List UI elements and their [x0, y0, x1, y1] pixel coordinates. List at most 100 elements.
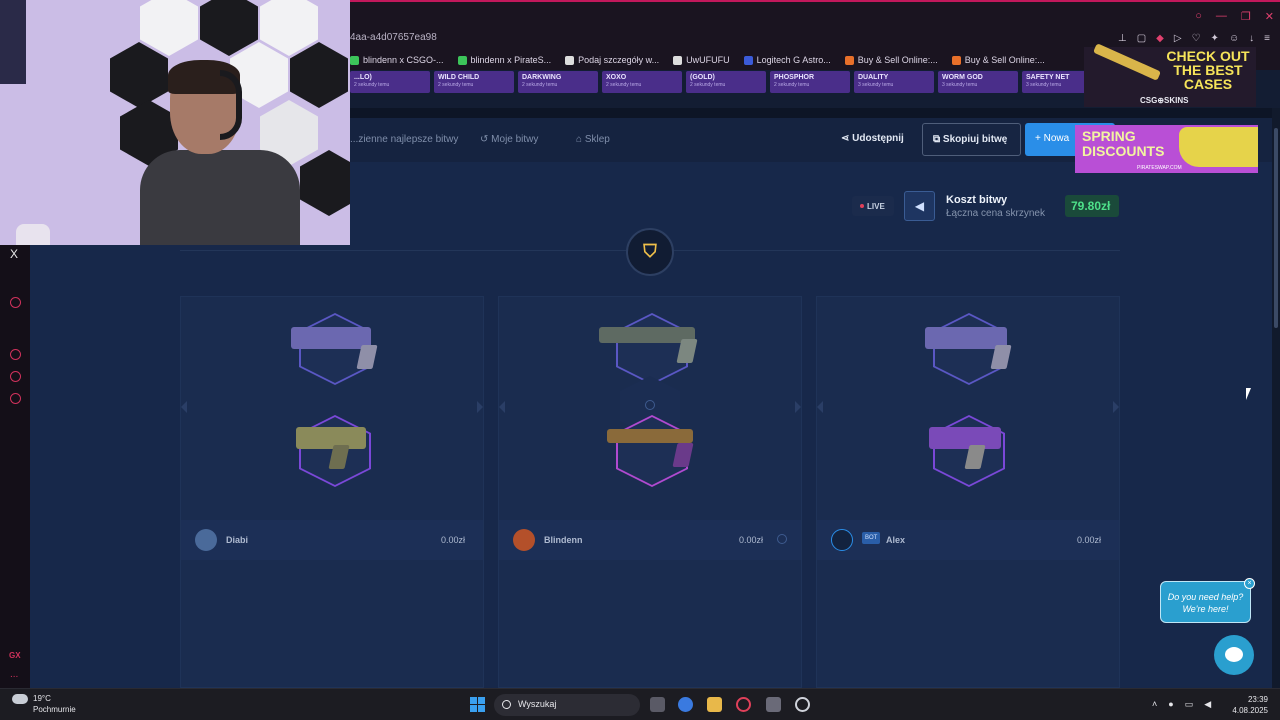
copy-battle-button[interactable]: ⧉ Skopiuj bitwę [922, 123, 1021, 156]
browser-sidebar: X GX ... [0, 245, 30, 690]
microphone-icon[interactable]: ● [1168, 699, 1173, 710]
basket-icon: ⌂ [576, 134, 585, 145]
ticker-item[interactable]: XOXO 2 sekundy temu [602, 71, 682, 93]
page-scrollbar[interactable] [1272, 108, 1280, 688]
taskbar: 19°C Pochmurnie Wyszukaj ˄ ● ▭ ◀ 23:39 4… [0, 688, 1280, 720]
bookmark[interactable]: blindenn x PirateS... [457, 55, 551, 65]
bookmark[interactable]: UwUFUFU [673, 55, 730, 65]
extensions-icon[interactable] [10, 371, 21, 382]
battle-cost-subtitle: Łączna cena skrzynek [946, 208, 1045, 219]
pin-icon[interactable]: ⊥ [1118, 33, 1127, 44]
file-explorer-icon[interactable] [707, 697, 722, 712]
more-icon[interactable]: ... [10, 669, 18, 680]
pirateswap-ad[interactable]: SPRING DISCOUNTS PIRATESWAP.COM [1075, 125, 1258, 173]
start-button[interactable] [470, 697, 485, 712]
extensions-icon[interactable]: ✦ [1211, 33, 1219, 44]
clock[interactable]: 23:39 4.08.2025 [1230, 694, 1268, 716]
opera-gx-icon[interactable] [736, 697, 751, 712]
battle-cost-title: Koszt bitwy [946, 194, 1008, 206]
bookmark[interactable]: blindenn x CSGO-... [350, 55, 444, 65]
pistol-grip-icon [990, 345, 1012, 369]
nav-shop[interactable]: ⌂ Sklep [576, 134, 610, 145]
menu-icon[interactable]: ≡ [1264, 33, 1270, 44]
play-icon[interactable]: ▷ [1174, 33, 1182, 44]
clock-date: 4.08.2025 [1232, 706, 1268, 715]
address-bar[interactable]: 4aa-a4d07657ea98 [350, 32, 437, 43]
nav-best-battles[interactable]: ...zienne najlepsze bitwy [350, 134, 458, 145]
gx-icon[interactable]: GX [9, 651, 21, 660]
bot-avatar-icon [831, 529, 853, 551]
bookmark[interactable]: Logitech G Astro... [743, 55, 831, 65]
copilot-icon[interactable] [678, 697, 693, 712]
system-tray: ˄ ● ▭ ◀ [1152, 699, 1211, 710]
person-body [140, 150, 300, 245]
settings-icon[interactable] [10, 393, 21, 404]
nav-my-battles[interactable]: ↺ Moje bitwy [480, 134, 538, 145]
close-icon[interactable]: ✕ [1265, 10, 1274, 23]
taskbar-search[interactable]: Wyszukaj [494, 694, 640, 716]
knife-icon [1092, 43, 1162, 81]
pistol-grip-icon [672, 443, 694, 467]
player-name[interactable]: Blindenn [544, 535, 583, 545]
ticker-item[interactable]: WILD CHILD 2 sekundy temu [434, 71, 514, 93]
pirate-emblem-icon: ⛉ [643, 241, 657, 261]
player-icon[interactable] [10, 297, 21, 308]
arrow-right-icon [795, 401, 801, 413]
scrollbar-thumb[interactable] [1274, 128, 1278, 328]
bookmark-icon [565, 55, 575, 65]
minimize-icon[interactable]: — [1216, 10, 1227, 23]
shield-icon[interactable]: ◆ [1156, 33, 1164, 44]
task-view-icon[interactable] [650, 697, 665, 712]
clock-time: 23:39 [1247, 695, 1268, 704]
display-icon[interactable]: ▭ [1185, 699, 1194, 710]
bookmark[interactable]: Buy & Sell Online:... [844, 55, 938, 65]
info-icon[interactable] [777, 534, 787, 544]
heart-icon[interactable]: ♡ [1192, 33, 1201, 44]
avatar [195, 529, 217, 551]
snapshot-icon[interactable]: ▢ [1137, 33, 1146, 44]
player-name[interactable]: Diabi [226, 535, 248, 545]
ad-artwork [1179, 127, 1258, 167]
bookmark-icon [673, 55, 683, 65]
player-name[interactable]: Alex [886, 535, 905, 545]
ticker-item[interactable]: WORM GOD 3 sekundy temu [938, 71, 1018, 93]
bookmark[interactable]: Buy & Sell Online:... [951, 55, 1045, 65]
browser-toolbar: ⊥ ▢ ◆ ▷ ♡ ✦ ☺ ↓ ≡ [1118, 33, 1270, 44]
search-icon[interactable]: ○ [1195, 10, 1202, 23]
weather-temp: 19°C [33, 694, 51, 703]
player-value: 0.00zł [440, 535, 465, 545]
screen: 4aa-a4d07657ea98 ○ — ❐ ✕ ⊥ ▢ ◆ ▷ ♡ ✦ ☺ ↓… [0, 0, 1280, 720]
share-button[interactable]: ⋖ Udostępnij [841, 133, 904, 144]
ticker-item[interactable]: PHOSPHOR 2 sekundy temu [770, 71, 850, 93]
ticker-item[interactable]: (GOLD) 2 sekundy temu [686, 71, 766, 93]
spinner-icon [645, 400, 655, 410]
chat-button[interactable] [1214, 635, 1254, 675]
bookmark-icon [844, 55, 854, 65]
ticker-item[interactable]: DARKWING 2 sekundy temu [518, 71, 598, 93]
bookmark-icon [350, 55, 359, 65]
chevron-up-icon[interactable]: ˄ [1152, 699, 1157, 710]
profile-icon[interactable]: ☺ [1229, 33, 1239, 44]
pistol-icon [296, 427, 366, 449]
bookmark[interactable]: Podaj szczegóły w... [565, 55, 659, 65]
search-icon [502, 700, 511, 709]
arrow-left-icon [817, 401, 823, 413]
x-icon[interactable]: X [10, 247, 18, 261]
help-bubble[interactable]: Do you need help? We're here! [1160, 581, 1251, 623]
ticker-item[interactable]: DUALITY 3 sekundy temu [854, 71, 934, 93]
cup [16, 224, 50, 245]
help-close-button[interactable]: × [1244, 578, 1255, 589]
volume-icon[interactable]: ◀ [1204, 699, 1211, 710]
store-icon[interactable] [766, 697, 781, 712]
history-icon[interactable] [10, 349, 21, 360]
ticker-item[interactable]: ...LO) 2 sekundy temu [350, 71, 430, 93]
player-row: BOT Alex 0.00zł [817, 520, 1119, 560]
restore-icon[interactable]: ❐ [1241, 10, 1251, 23]
steam-icon[interactable] [795, 697, 810, 712]
ad-headline: SPRING DISCOUNTS [1082, 128, 1165, 159]
weather-widget[interactable]: 19°C Pochmurnie [12, 694, 76, 714]
csgoskins-ad[interactable]: CHECK OUT THE BEST CASES CSG⊕SKINS [1084, 43, 1256, 107]
player-row: Blindenn 0.00zł [499, 520, 801, 560]
download-icon[interactable]: ↓ [1249, 33, 1254, 44]
sound-toggle-button[interactable]: ◀ [904, 191, 935, 221]
